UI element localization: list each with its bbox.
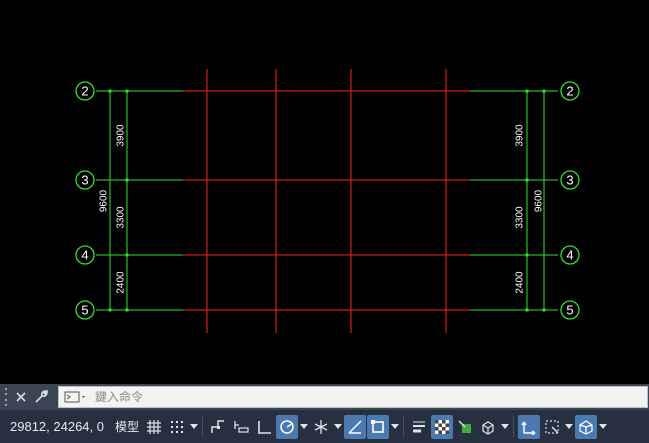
axis-label-right: 4	[566, 247, 573, 262]
dimension-text-right: 2400	[515, 271, 526, 294]
dimension-text-right: 3300	[515, 206, 526, 229]
command-input[interactable]	[93, 387, 647, 407]
dimension-tick	[126, 179, 129, 182]
axis-label-left: 2	[81, 83, 88, 98]
snap-icon[interactable]	[166, 415, 188, 439]
command-line	[0, 384, 649, 410]
3d-object-snap-icon[interactable]	[477, 415, 499, 439]
axis-label-right: 3	[566, 172, 573, 187]
dimension-text-left: 2400	[116, 271, 127, 294]
dimension-text-left: 3300	[116, 206, 127, 229]
object-snap-icon[interactable]	[367, 415, 389, 439]
ortho-icon[interactable]	[253, 415, 275, 439]
polar-tracking-icon[interactable]	[276, 415, 298, 439]
wrench-icon[interactable]	[31, 387, 51, 407]
total-dimension-text-right: 9600	[534, 189, 545, 212]
command-input-box[interactable]	[58, 386, 648, 408]
axis-label-right: 5	[566, 302, 573, 317]
transparency-icon[interactable]	[431, 415, 453, 439]
status-bar: 29812, 24264, 0 模型	[0, 410, 649, 443]
isodraft-icon[interactable]	[310, 415, 332, 439]
dimension-tick	[126, 309, 129, 312]
dimension-tick	[126, 254, 129, 257]
dimension-text-left: 3900	[116, 124, 127, 147]
model-space-button[interactable]: 模型	[112, 415, 142, 439]
chevron-down-icon[interactable]	[389, 415, 400, 439]
grid-icon[interactable]	[143, 415, 165, 439]
selection-filter-icon[interactable]	[541, 415, 563, 439]
chevron-down-icon[interactable]	[332, 415, 343, 439]
dimension-tick	[526, 309, 529, 312]
infer-constraints-icon[interactable]	[207, 415, 229, 439]
chevron-down-icon[interactable]	[499, 415, 510, 439]
axis-label-right: 2	[566, 83, 573, 98]
chevron-down-icon[interactable]	[298, 415, 309, 439]
coordinate-readout[interactable]: 29812, 24264, 0	[4, 415, 110, 439]
chevron-down-icon[interactable]	[597, 415, 608, 439]
close-icon[interactable]	[11, 387, 31, 407]
total-dimension-text-left: 9600	[99, 189, 110, 212]
command-line-grip[interactable]	[3, 388, 11, 406]
gizmo-icon[interactable]	[575, 415, 597, 439]
drawing-svg[interactable]: 3900 3900 3300 3300 2400 2400 9600 9600 2 2 3 3 4 4 5 5	[0, 0, 649, 384]
dimension-tick	[109, 90, 112, 93]
axis-label-left: 3	[81, 172, 88, 187]
dynamic-input-icon[interactable]	[230, 415, 252, 439]
dimension-tick	[543, 90, 546, 93]
dimension-tick	[543, 309, 546, 312]
dimension-text-right: 3900	[515, 124, 526, 147]
selection-cycling-icon[interactable]	[454, 415, 476, 439]
chevron-down-icon[interactable]	[563, 415, 574, 439]
dimension-tick	[526, 90, 529, 93]
dimension-tick	[526, 179, 529, 182]
axis-label-left: 5	[81, 302, 88, 317]
dimension-tick	[126, 90, 129, 93]
dimension-tick	[526, 254, 529, 257]
lineweight-icon[interactable]	[408, 415, 430, 439]
dimension-tick	[109, 309, 112, 312]
dynamic-ucs-icon[interactable]	[518, 415, 540, 439]
command-prompt-icon[interactable]	[59, 387, 93, 407]
axis-label-left: 4	[81, 247, 88, 262]
drawing-canvas[interactable]: 3900 3900 3300 3300 2400 2400 9600 9600 2 2 3 3 4 4 5 5	[0, 0, 649, 384]
chevron-down-icon[interactable]	[188, 415, 199, 439]
object-snap-tracking-icon[interactable]	[344, 415, 366, 439]
